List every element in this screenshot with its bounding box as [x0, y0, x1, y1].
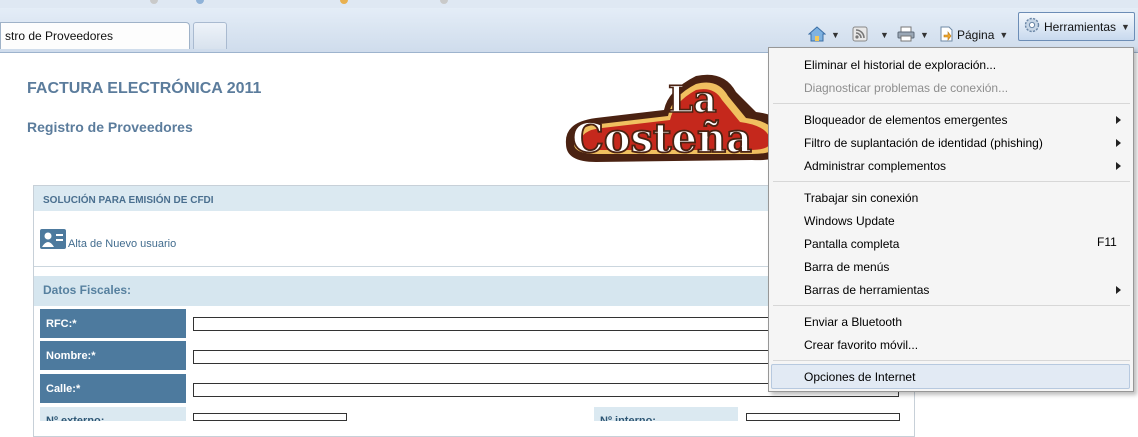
rfc-label: RFC:* [40, 309, 186, 338]
menu-item-internet-options[interactable]: Opciones de Internet [804, 370, 915, 384]
numero-interno-field[interactable] [746, 413, 900, 421]
menu-item-send-bluetooth[interactable]: Enviar a Bluetooth [804, 315, 902, 329]
menu-item-manage-addons[interactable]: Administrar complementos [804, 159, 946, 173]
home-button[interactable]: ▼ [807, 23, 840, 47]
menu-separator [773, 305, 1130, 306]
chevron-down-icon[interactable]: ▼ [880, 30, 889, 40]
menu-item-diagnose-connection: Diagnosticar problemas de conexión... [804, 81, 1009, 95]
calle-label: Calle:* [40, 374, 186, 403]
page-subtitle: Registro de Proveedores [27, 119, 193, 135]
page-menu-label: Página [957, 28, 995, 42]
menu-item-mobile-favorite[interactable]: Crear favorito móvil... [804, 338, 918, 352]
submenu-arrow-icon [1116, 116, 1121, 124]
feeds-button[interactable]: ▼ [852, 23, 889, 47]
menu-item-toolbars[interactable]: Barras de herramientas [804, 283, 929, 297]
submenu-arrow-icon [1116, 286, 1121, 294]
home-icon [807, 25, 827, 45]
page-title: FACTURA ELECTRÓNICA 2011 [27, 80, 262, 97]
tools-menu-button[interactable]: Herramientas ▼ [1018, 12, 1135, 41]
numero-interno-label: Nº interno: [594, 407, 738, 421]
chevron-down-icon[interactable]: ▼ [831, 30, 840, 40]
page-menu-button[interactable]: Página ▼ [939, 23, 1008, 47]
menu-separator [773, 360, 1130, 361]
menu-separator [773, 181, 1130, 182]
tab-title: stro de Proveedores [5, 29, 114, 43]
la-costena-logo: La Costeña [556, 64, 796, 169]
menu-item-phishing-filter[interactable]: Filtro de suplantación de identidad (phi… [804, 136, 1043, 150]
numero-externo-field[interactable] [193, 413, 347, 421]
menu-separator [773, 103, 1130, 104]
chevron-down-icon[interactable]: ▼ [920, 30, 929, 40]
section-title: Datos Fiscales: [43, 283, 132, 297]
menu-item-menu-bar[interactable]: Barra de menús [804, 260, 889, 274]
page-icon [939, 26, 954, 45]
new-user-link[interactable]: Alta de Nuevo usuario [68, 238, 176, 250]
rss-feed-icon [852, 26, 868, 45]
logo-line2: Costeña [572, 115, 752, 162]
menu-item-windows-update[interactable]: Windows Update [804, 214, 895, 228]
menu-item-delete-history[interactable]: Eliminar el historial de exploración... [804, 58, 996, 72]
submenu-arrow-icon [1116, 162, 1121, 170]
nombre-label: Nombre:* [40, 341, 186, 370]
menu-item-work-offline[interactable]: Trabajar sin conexión [804, 191, 918, 205]
new-tab-button[interactable] [193, 22, 227, 49]
panel-header-label: SOLUCIÓN PARA EMISIÓN DE CFDI [43, 195, 214, 206]
chevron-down-icon: ▼ [1121, 21, 1130, 32]
tab-active[interactable]: stro de Proveedores [0, 22, 190, 49]
tools-menu-label: Herramientas [1044, 19, 1117, 34]
print-icon [897, 26, 915, 45]
menu-item-full-screen[interactable]: Pantalla completa [804, 237, 899, 251]
numero-externo-label: Nº externo: [40, 407, 186, 421]
chevron-down-icon: ▼ [999, 30, 1009, 40]
menu-item-popup-blocker[interactable]: Bloqueador de elementos emergentes [804, 113, 1007, 127]
gear-icon [1024, 17, 1040, 36]
print-button[interactable]: ▼ [897, 23, 929, 47]
full-screen-shortcut: F11 [1097, 235, 1117, 249]
submenu-arrow-icon [1116, 139, 1121, 147]
user-icon [40, 229, 66, 254]
